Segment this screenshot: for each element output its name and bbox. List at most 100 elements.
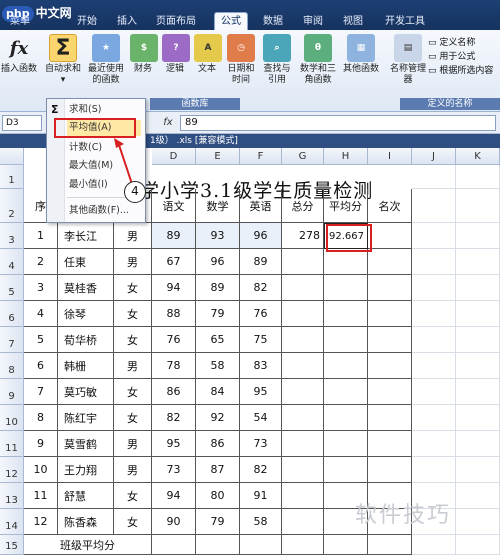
- tab-formulas[interactable]: 公式: [214, 12, 248, 31]
- cell-score-chinese[interactable]: 82: [152, 405, 196, 431]
- cell-empty[interactable]: [456, 353, 500, 379]
- cell-student-no[interactable]: 11: [24, 483, 58, 509]
- cell-total[interactable]: [282, 301, 324, 327]
- cell-student-name[interactable]: 莫桂香: [58, 275, 114, 301]
- cell-student-name[interactable]: 李长江: [58, 223, 114, 249]
- cell-student-sex[interactable]: 男: [114, 457, 152, 483]
- cell-total[interactable]: [282, 431, 324, 457]
- cell-score-math[interactable]: 89: [196, 275, 240, 301]
- row-header-6[interactable]: 6: [0, 301, 24, 327]
- row-header-15[interactable]: 15: [0, 535, 24, 555]
- cell-empty[interactable]: [412, 457, 456, 483]
- cell-student-sex[interactable]: 男: [114, 223, 152, 249]
- cell-empty[interactable]: [456, 327, 500, 353]
- cell-score-chinese[interactable]: 94: [152, 275, 196, 301]
- row-header-3[interactable]: 3: [0, 223, 24, 249]
- tab-view[interactable]: 视图: [338, 14, 368, 30]
- cell-total[interactable]: [282, 457, 324, 483]
- cell-score-chinese[interactable]: 94: [152, 483, 196, 509]
- row-header-7[interactable]: 7: [0, 327, 24, 353]
- header-average[interactable]: 平均分: [324, 189, 368, 223]
- cell-empty[interactable]: [456, 301, 500, 327]
- cell-empty[interactable]: [412, 165, 456, 189]
- datetime-button[interactable]: ◷ 日期和时间: [224, 34, 258, 86]
- row-header-2[interactable]: 2: [0, 189, 24, 223]
- cell-empty[interactable]: [456, 379, 500, 405]
- cell-score-math[interactable]: 79: [196, 509, 240, 535]
- cell-score-chinese[interactable]: 88: [152, 301, 196, 327]
- formula-input[interactable]: 89: [180, 115, 496, 131]
- cell-student-name[interactable]: 任東: [58, 249, 114, 275]
- cell-empty[interactable]: [456, 535, 500, 555]
- cell-student-sex[interactable]: 女: [114, 379, 152, 405]
- cell-score-math[interactable]: 96: [196, 249, 240, 275]
- cell-student-name[interactable]: 韩栅: [58, 353, 114, 379]
- cell-empty[interactable]: [412, 405, 456, 431]
- cell-student-no[interactable]: 3: [24, 275, 58, 301]
- cell-empty[interactable]: [456, 275, 500, 301]
- tab-insert[interactable]: 插入: [112, 14, 142, 30]
- cell-student-name[interactable]: 舒慧: [58, 483, 114, 509]
- cell-score-math[interactable]: 80: [196, 483, 240, 509]
- cell-score-chinese[interactable]: 86: [152, 379, 196, 405]
- financial-button[interactable]: $ 财务: [130, 34, 158, 75]
- header-math[interactable]: 数学: [196, 189, 240, 223]
- cell-score-chinese[interactable]: 90: [152, 509, 196, 535]
- cell-class-average[interactable]: [152, 535, 196, 555]
- row-header-11[interactable]: 11: [0, 431, 24, 457]
- cell-score-math[interactable]: 86: [196, 431, 240, 457]
- cell-empty[interactable]: [412, 353, 456, 379]
- formula-fx-icon[interactable]: fx: [160, 115, 176, 131]
- cell-empty[interactable]: [412, 223, 456, 249]
- header-total[interactable]: 总分: [282, 189, 324, 223]
- cell-student-no[interactable]: 9: [24, 431, 58, 457]
- cell-class-average[interactable]: [282, 535, 324, 555]
- cell-student-sex[interactable]: 女: [114, 301, 152, 327]
- cell-empty[interactable]: [412, 327, 456, 353]
- cell-total[interactable]: [282, 405, 324, 431]
- cell-total[interactable]: [282, 249, 324, 275]
- column-header-k[interactable]: K: [456, 148, 500, 165]
- cell-total[interactable]: [282, 379, 324, 405]
- cell-average[interactable]: [324, 301, 368, 327]
- cell-student-name[interactable]: 徐琴: [58, 301, 114, 327]
- cell-score-math[interactable]: 84: [196, 379, 240, 405]
- cell-average[interactable]: [324, 405, 368, 431]
- logical-button[interactable]: ? 逻辑: [162, 34, 190, 75]
- cell-student-name[interactable]: 莫巧敏: [58, 379, 114, 405]
- cell-score-chinese[interactable]: 78: [152, 353, 196, 379]
- more-functions-button[interactable]: ▦ 其他函数: [340, 34, 382, 75]
- cell-student-no[interactable]: 1: [24, 223, 58, 249]
- cell-student-no[interactable]: 5: [24, 327, 58, 353]
- cell-empty[interactable]: [456, 189, 500, 223]
- cell-rank[interactable]: [368, 457, 412, 483]
- row-header-14[interactable]: 14: [0, 509, 24, 535]
- tab-developer[interactable]: 开发工具: [382, 14, 428, 30]
- text-button[interactable]: A 文本: [194, 34, 222, 75]
- use-in-formula-button[interactable]: ▭ 用于公式: [428, 50, 493, 64]
- column-header-f[interactable]: F: [240, 148, 282, 165]
- cell-student-no[interactable]: 6: [24, 353, 58, 379]
- cell-empty[interactable]: [412, 275, 456, 301]
- cell-average[interactable]: [324, 431, 368, 457]
- cell-score-english[interactable]: 82: [240, 457, 282, 483]
- cell-score-english[interactable]: 54: [240, 405, 282, 431]
- cell-student-sex[interactable]: 男: [114, 353, 152, 379]
- header-english[interactable]: 英语: [240, 189, 282, 223]
- cell-rank[interactable]: [368, 353, 412, 379]
- menu-item-more-functions[interactable]: 其他函数(F)...: [69, 203, 129, 219]
- cell-score-english[interactable]: 96: [240, 223, 282, 249]
- cell-rank[interactable]: [368, 301, 412, 327]
- cell-rank[interactable]: [368, 223, 412, 249]
- cell-total[interactable]: [282, 327, 324, 353]
- row-header-13[interactable]: 13: [0, 483, 24, 509]
- name-box[interactable]: D3: [2, 115, 42, 131]
- cell-score-english[interactable]: 73: [240, 431, 282, 457]
- cell-score-english[interactable]: 83: [240, 353, 282, 379]
- cell-student-sex[interactable]: 女: [114, 405, 152, 431]
- cell-score-english[interactable]: 89: [240, 249, 282, 275]
- cell-score-english[interactable]: 76: [240, 301, 282, 327]
- math-trig-button[interactable]: θ 数学和三角函数: [298, 34, 338, 86]
- cell-score-math[interactable]: 87: [196, 457, 240, 483]
- tab-menu[interactable]: 菜单: [2, 14, 38, 30]
